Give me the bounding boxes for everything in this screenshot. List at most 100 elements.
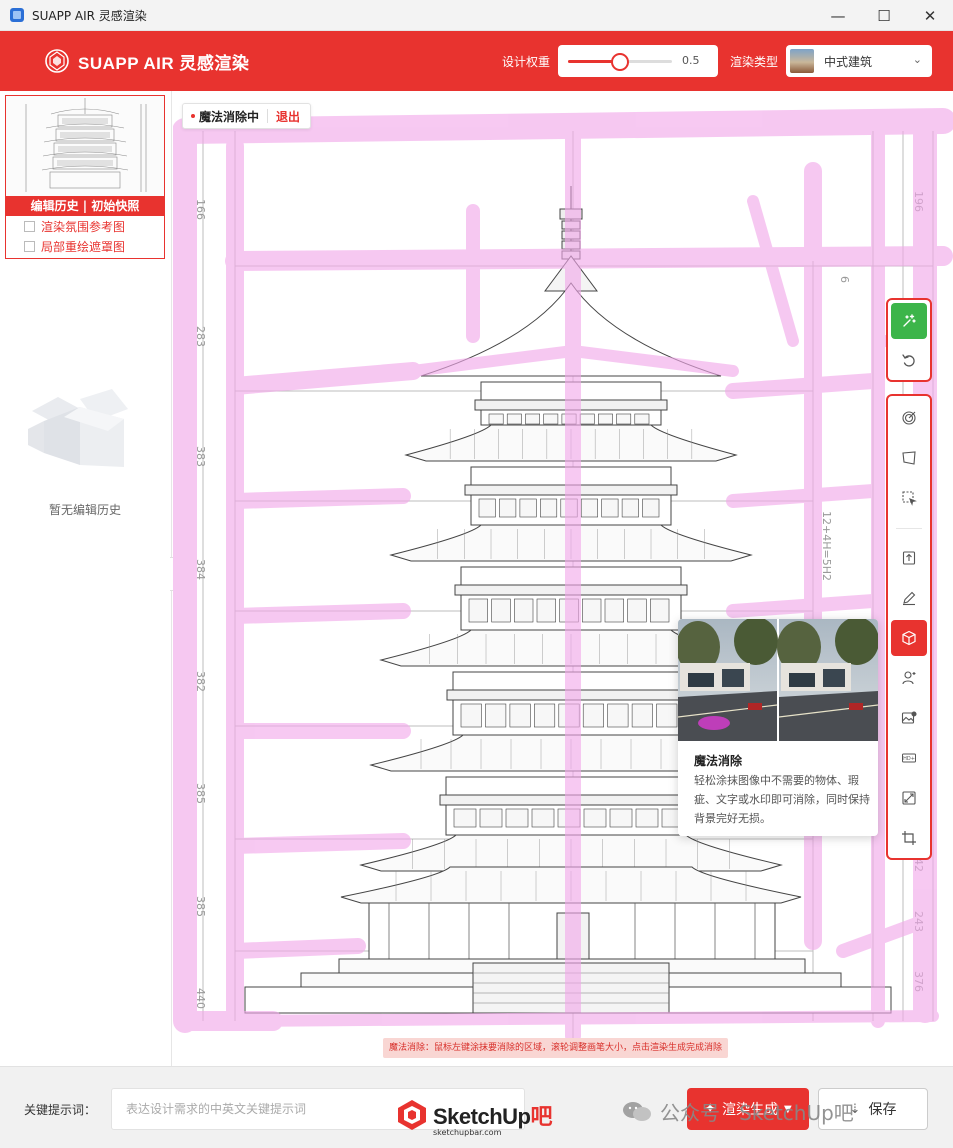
history-thumbnail[interactable] <box>6 96 164 196</box>
hd-icon: HD+ <box>902 753 916 763</box>
tier-window <box>627 598 647 623</box>
tier-window <box>598 413 613 425</box>
tier-window <box>579 413 595 425</box>
render-canvas[interactable]: 166 283 383 384 382 385 385 440 196 6 12+4H=5H2 44… <box>173 91 953 1066</box>
divider <box>267 109 269 123</box>
select-region-icon <box>902 491 917 506</box>
option-partial-mask[interactable]: 局部重绘遮罩图 <box>6 236 164 256</box>
tooltip-description: 轻松涂抹图像中不需要的物体、瑕疵、文字或水印即可消除，同时保持背景完好无损。 <box>694 774 870 825</box>
tier-window <box>607 703 629 728</box>
tier-window <box>488 413 504 425</box>
target-button[interactable] <box>891 400 927 436</box>
brand-logo-icon <box>45 49 69 73</box>
watermark-main-text: SketchUp <box>433 1104 531 1129</box>
tier-window <box>485 703 507 728</box>
perspective-icon <box>902 451 916 465</box>
perspective-button[interactable] <box>891 440 927 476</box>
status-dot <box>191 114 195 118</box>
option-label: 渲染氛围参考图 <box>41 219 126 234</box>
upload-icon <box>902 551 916 565</box>
render-type-value: 中式建筑 <box>824 54 873 69</box>
material-button[interactable] <box>891 620 927 656</box>
pagoda-thumbnail-image <box>6 96 164 196</box>
design-weight-value: 0.5 <box>682 54 700 67</box>
history-title: 编辑历史 | 初始快照 <box>6 196 164 216</box>
wechat-text: 公众号 · SketchUp吧 <box>660 1101 854 1125</box>
empty-box-icon <box>28 389 128 467</box>
crop-button[interactable] <box>891 820 927 856</box>
cube-icon <box>902 630 916 646</box>
dimension-label: 6 <box>838 276 851 283</box>
design-weight-label: 设计权重 <box>502 55 551 69</box>
watermark-text: SketchUp吧 <box>433 1099 552 1131</box>
option-render-ambience[interactable]: 渲染氛围参考图 <box>6 216 164 236</box>
tier-window <box>491 598 511 623</box>
pagoda-elevation-drawing[interactable]: 166283383384382385385440 196612+4H=5H244… <box>173 91 953 1066</box>
minimize-button[interactable]: — <box>815 0 861 31</box>
prompt-label: 关键提示词： <box>24 1103 97 1117</box>
tier-window <box>531 808 555 828</box>
design-weight-control: 0.5 <box>558 45 718 77</box>
magic-erase-tooltip: 魔法消除 轻松涂抹图像中不需要的物体、瑕疵、文字或水印即可消除，同时保持背景完好… <box>678 619 878 836</box>
brand-name: SUAPP AIR 灵感渲染 <box>78 53 250 73</box>
tier-window <box>543 413 559 425</box>
chevron-down-icon: ⌄ <box>912 53 922 66</box>
sketchup-logo-icon <box>398 1100 426 1130</box>
person-icon <box>902 671 916 685</box>
design-weight-slider[interactable] <box>568 53 672 71</box>
upload-button[interactable] <box>891 540 927 576</box>
sketchup-bar-watermark: SketchUp吧 sketchupbar.com <box>395 1098 552 1137</box>
render-type-select[interactable]: 中式建筑 ⌄ <box>786 45 932 77</box>
exit-magic-erase-button[interactable]: 退出 <box>276 108 300 125</box>
history-panel: 编辑历史 | 初始快照 渲染氛围参考图 局部重绘遮罩图 暂无编辑历史 <box>0 91 172 1066</box>
tier-window <box>604 598 624 623</box>
undo-icon <box>902 354 915 367</box>
checkbox[interactable] <box>24 240 35 252</box>
tier-window <box>534 703 556 728</box>
checkbox[interactable] <box>24 220 35 232</box>
select-region-button[interactable] <box>891 480 927 516</box>
tier-window <box>536 598 556 623</box>
magic-erase-status: 魔法消除中 退出 <box>182 103 312 129</box>
tool-group-magic <box>886 298 932 382</box>
render-type-label: 渲染类型 <box>730 55 779 69</box>
window-title: SUAPP AIR 灵感渲染 <box>32 8 147 23</box>
magic-eraser-button[interactable] <box>891 303 927 339</box>
tier-window <box>582 703 604 728</box>
maximize-icon: ☐ <box>877 6 891 25</box>
maximize-button[interactable]: ☐ <box>861 0 907 31</box>
brand: SUAPP AIR 灵感渲染 <box>44 48 249 74</box>
slider-thumb[interactable] <box>611 53 629 71</box>
tool-group-tools: HD+ <box>886 394 932 860</box>
image-icon <box>901 711 917 724</box>
tier-window <box>621 498 639 518</box>
divider <box>896 528 922 529</box>
tier-window <box>478 498 496 518</box>
sketch-button[interactable] <box>891 580 927 616</box>
option-label: 局部重绘遮罩图 <box>41 239 126 254</box>
app-icon <box>10 8 24 22</box>
tier-window <box>499 498 517 518</box>
tier-window <box>506 413 522 425</box>
expand-button[interactable] <box>891 780 927 816</box>
tier-window <box>479 808 503 828</box>
hd-button[interactable]: HD+ <box>891 740 927 776</box>
tier-window <box>635 808 659 828</box>
tier-window <box>616 413 632 425</box>
undo-button[interactable] <box>891 343 927 379</box>
window-titlebar: SUAPP AIR 灵感渲染 — ☐ ✕ <box>0 0 953 31</box>
wechat-icon <box>623 1101 651 1121</box>
close-button[interactable]: ✕ <box>907 0 953 31</box>
tier-window <box>582 598 602 623</box>
image-edit-button[interactable] <box>891 700 927 736</box>
tier-window <box>650 598 670 623</box>
history-card[interactable]: 编辑历史 | 初始快照 渲染氛围参考图 局部重绘遮罩图 <box>5 95 165 259</box>
tier-window <box>634 413 650 425</box>
render-type-thumbnail <box>790 49 814 73</box>
tier-window <box>583 808 607 828</box>
expand-icon <box>902 791 916 805</box>
before-after-preview <box>678 619 878 741</box>
person-button[interactable] <box>891 660 927 696</box>
save-label: 保存 <box>868 1102 897 1118</box>
tier-window <box>656 703 678 728</box>
